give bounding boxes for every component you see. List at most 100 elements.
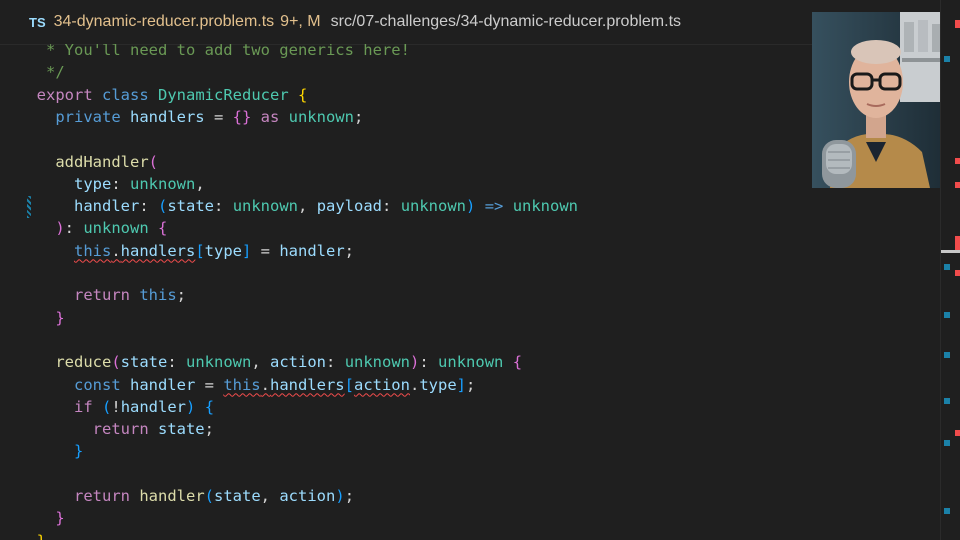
code-token: state	[167, 197, 215, 216]
code-token: handler	[279, 241, 345, 260]
code-token: :	[111, 174, 130, 193]
overview-info-marker	[944, 352, 950, 358]
overview-info-marker	[944, 398, 950, 404]
code-line[interactable]: private handlers = {} as unknown;	[18, 106, 363, 128]
code-token: )	[410, 353, 420, 372]
code-token: ;	[466, 375, 476, 394]
code-token: (	[102, 397, 112, 416]
code-token: unknown	[400, 197, 467, 216]
code-editor[interactable]: * You'll need to add two generics here! …	[0, 44, 940, 540]
code-token: )	[186, 397, 196, 416]
code-line[interactable]: }	[18, 307, 65, 329]
code-token: as	[251, 107, 289, 126]
code-token: unknown	[438, 353, 513, 372]
code-token: }	[55, 509, 65, 528]
code-token: :	[382, 197, 401, 216]
overview-error-marker	[955, 20, 960, 28]
code-token: :	[214, 197, 233, 216]
code-token: :	[139, 197, 158, 216]
overview-info-marker	[944, 56, 950, 62]
code-token: (	[204, 487, 214, 505]
code-token: [	[344, 375, 354, 394]
code-token: this	[139, 286, 177, 305]
code-token: {}	[232, 107, 252, 126]
code-line[interactable]: * You'll need to add two generics here!	[18, 44, 410, 61]
code-token: return	[18, 420, 158, 439]
code-token: )	[335, 487, 345, 505]
code-line[interactable]: type: unknown,	[18, 173, 205, 195]
code-token: )	[466, 197, 476, 216]
code-token: unknown	[344, 353, 411, 372]
code-token: if	[18, 397, 102, 416]
typescript-file-icon: TS	[29, 14, 46, 30]
code-token: :	[167, 353, 187, 372]
code-token: state	[120, 353, 168, 372]
code-token: ;	[176, 286, 186, 305]
code-token: .	[409, 375, 420, 394]
code-token: unknown	[83, 219, 158, 238]
presenter-webcam-icon	[812, 12, 943, 188]
editor-overview-ruler[interactable]	[940, 0, 960, 540]
overview-cursor-marker	[941, 250, 960, 253]
file-status-badge: 9+, M	[280, 13, 321, 30]
code-token: handler	[18, 197, 140, 216]
code-token: unknown	[232, 197, 299, 216]
code-token: }	[55, 308, 65, 327]
code-token: handler	[120, 397, 187, 416]
code-line[interactable]: return this;	[18, 284, 186, 306]
code-token: DynamicReducer	[158, 85, 298, 104]
code-token: reduce	[18, 353, 112, 372]
code-token: {	[158, 219, 168, 238]
code-token: unknown	[186, 353, 252, 372]
code-line[interactable]: this.handlers[type] = handler;	[18, 240, 354, 262]
breadcrumb-path[interactable]: src/07-challenges/34-dynamic-reducer.pro…	[331, 13, 681, 31]
code-line[interactable]: const handler = this.handlers[action.typ…	[18, 374, 475, 396]
code-token: {	[512, 353, 523, 372]
code-line[interactable]: }	[18, 440, 83, 462]
code-token: type	[18, 174, 112, 193]
code-token: action	[270, 353, 327, 372]
overview-info-marker	[944, 264, 950, 270]
code-token: ;	[344, 487, 355, 505]
code-token: state	[157, 420, 205, 439]
code-token: ,	[251, 353, 271, 372]
code-line[interactable]: handler: (state: unknown, payload: unkno…	[18, 195, 578, 217]
code-token: export	[18, 85, 102, 104]
code-token: type	[419, 375, 457, 394]
code-token: :	[326, 353, 345, 372]
error-token: .	[260, 375, 270, 394]
code-line[interactable]: return handler(state, action);	[18, 485, 354, 507]
code-token: =>	[475, 197, 513, 216]
code-token: private	[18, 107, 130, 126]
code-token: ]	[242, 241, 252, 260]
code-line[interactable]: return state;	[18, 418, 214, 440]
code-line[interactable]: */	[18, 61, 65, 83]
code-line[interactable]: reduce(state: unknown, action: unknown):…	[18, 351, 522, 373]
error-token: .	[111, 241, 121, 260]
code-line[interactable]: if (!handler) {	[18, 396, 214, 418]
code-token: handler	[139, 487, 205, 505]
code-line[interactable]: ): unknown {	[18, 217, 167, 239]
code-token: ]	[456, 375, 466, 394]
code-token: }	[37, 532, 46, 540]
code-token: unknown	[288, 107, 354, 126]
code-token: ,	[260, 487, 280, 505]
code-token: =	[251, 241, 280, 260]
code-token: =	[204, 107, 233, 126]
overview-error-marker	[955, 430, 960, 436]
modified-lines-icon[interactable]	[27, 196, 31, 218]
code-line[interactable]: addHandler(	[18, 151, 158, 173]
tab-filename[interactable]: 34-dynamic-reducer.problem.ts	[54, 13, 275, 31]
code-token: return	[18, 286, 140, 305]
code-line[interactable]: }	[18, 507, 65, 529]
code-line[interactable]: export class DynamicReducer {	[18, 84, 308, 106]
code-token: state	[214, 487, 261, 505]
code-line[interactable]: }	[18, 530, 46, 540]
code-token: ,	[195, 174, 205, 193]
overview-info-marker	[944, 440, 950, 446]
code-token: ,	[298, 197, 317, 216]
